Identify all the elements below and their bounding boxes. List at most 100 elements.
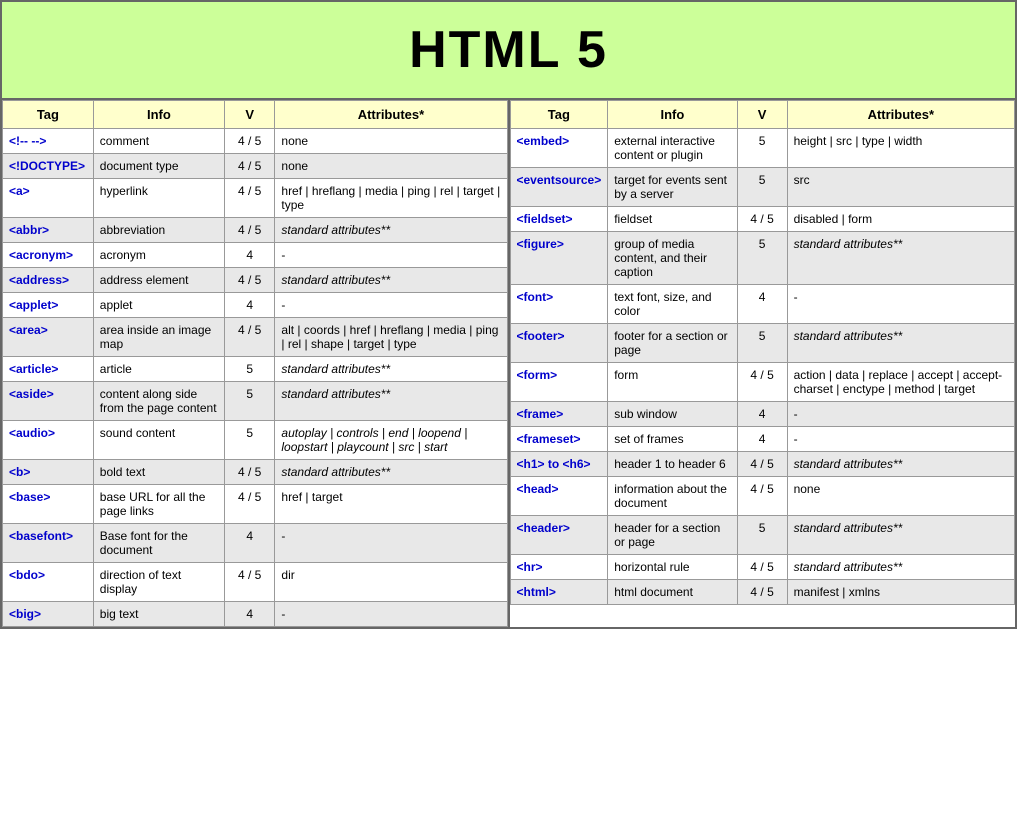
tag-cell[interactable]: <big> (3, 602, 94, 627)
tag-cell[interactable]: <form> (510, 363, 608, 402)
info-cell: set of frames (608, 427, 737, 452)
tag-cell[interactable]: <head> (510, 477, 608, 516)
tag-cell[interactable]: <basefont> (3, 524, 94, 563)
left-table: Tag Info V Attributes* <!-- -->comment4 … (2, 100, 508, 627)
table-row: <acronym>acronym4- (3, 243, 508, 268)
right-col-v: V (737, 101, 787, 129)
tag-cell[interactable]: <bdo> (3, 563, 94, 602)
version-cell: 4 / 5 (224, 460, 274, 485)
tag-cell[interactable]: <!-- --> (3, 129, 94, 154)
table-row: <bdo>direction of text display4 / 5dir (3, 563, 508, 602)
table-row: <area>area inside an image map4 / 5alt |… (3, 318, 508, 357)
tag-cell[interactable]: <embed> (510, 129, 608, 168)
table-row: <footer>footer for a section or page5sta… (510, 324, 1015, 363)
tag-cell[interactable]: <frameset> (510, 427, 608, 452)
version-cell: 4 (224, 243, 274, 268)
info-cell: abbreviation (93, 218, 224, 243)
tag-cell[interactable]: <!DOCTYPE> (3, 154, 94, 179)
table-row: <hr>horizontal rule4 / 5standard attribu… (510, 555, 1015, 580)
tag-cell[interactable]: <header> (510, 516, 608, 555)
left-table-section: Tag Info V Attributes* <!-- -->comment4 … (2, 100, 510, 627)
info-cell: html document (608, 580, 737, 605)
attr-cell: manifest | xmlns (787, 580, 1014, 605)
tag-cell[interactable]: <article> (3, 357, 94, 382)
attr-cell: standard attributes** (275, 268, 507, 293)
version-cell: 4 / 5 (224, 218, 274, 243)
attr-cell: none (787, 477, 1014, 516)
page-title: HTML 5 (2, 20, 1015, 80)
table-row: <embed>external interactive content or p… (510, 129, 1015, 168)
tag-cell[interactable]: <a> (3, 179, 94, 218)
table-row: <abbr>abbreviation4 / 5standard attribut… (3, 218, 508, 243)
version-cell: 5 (737, 232, 787, 285)
attr-cell: standard attributes** (275, 460, 507, 485)
tag-cell[interactable]: <base> (3, 485, 94, 524)
tag-cell[interactable]: <font> (510, 285, 608, 324)
tag-cell[interactable]: <aside> (3, 382, 94, 421)
info-cell: content along side from the page content (93, 382, 224, 421)
version-cell: 4 (737, 402, 787, 427)
tag-cell[interactable]: <figure> (510, 232, 608, 285)
info-cell: document type (93, 154, 224, 179)
attr-cell: none (275, 154, 507, 179)
tag-cell[interactable]: <acronym> (3, 243, 94, 268)
table-row: <header>header for a section or page5sta… (510, 516, 1015, 555)
tag-cell[interactable]: <address> (3, 268, 94, 293)
attr-cell: - (275, 602, 507, 627)
tag-cell[interactable]: <applet> (3, 293, 94, 318)
table-row: <head>information about the document4 / … (510, 477, 1015, 516)
tag-cell[interactable]: <frame> (510, 402, 608, 427)
version-cell: 5 (737, 324, 787, 363)
attr-cell: src (787, 168, 1014, 207)
info-cell: header for a section or page (608, 516, 737, 555)
info-cell: group of media content, and their captio… (608, 232, 737, 285)
right-table-section: Tag Info V Attributes* <embed>external i… (510, 100, 1016, 627)
version-cell: 4 / 5 (224, 129, 274, 154)
tag-cell[interactable]: <hr> (510, 555, 608, 580)
version-cell: 4 / 5 (737, 477, 787, 516)
right-col-tag: Tag (510, 101, 608, 129)
info-cell: horizontal rule (608, 555, 737, 580)
attr-cell: standard attributes** (275, 218, 507, 243)
table-row: <big>big text4- (3, 602, 508, 627)
tag-cell[interactable]: <eventsource> (510, 168, 608, 207)
info-cell: text font, size, and color (608, 285, 737, 324)
table-row: <basefont>Base font for the document4- (3, 524, 508, 563)
version-cell: 5 (224, 382, 274, 421)
tag-cell[interactable]: <fieldset> (510, 207, 608, 232)
tag-cell[interactable]: <h1> to <h6> (510, 452, 608, 477)
table-row: <fieldset>fieldset4 / 5disabled | form (510, 207, 1015, 232)
table-row: <h1> to <h6>header 1 to header 64 / 5sta… (510, 452, 1015, 477)
attr-cell: - (275, 524, 507, 563)
tag-cell[interactable]: <b> (3, 460, 94, 485)
table-row: <frameset>set of frames4- (510, 427, 1015, 452)
table-row: <applet>applet4- (3, 293, 508, 318)
version-cell: 4 (224, 602, 274, 627)
tag-cell[interactable]: <footer> (510, 324, 608, 363)
attr-cell: - (787, 427, 1014, 452)
table-row: <frame>sub window4- (510, 402, 1015, 427)
table-row: <base>base URL for all the page links4 /… (3, 485, 508, 524)
table-row: <article>article5standard attributes** (3, 357, 508, 382)
attr-cell: - (275, 243, 507, 268)
info-cell: form (608, 363, 737, 402)
attr-cell: - (787, 402, 1014, 427)
info-cell: article (93, 357, 224, 382)
version-cell: 4 / 5 (737, 555, 787, 580)
version-cell: 4 / 5 (224, 179, 274, 218)
version-cell: 5 (224, 357, 274, 382)
version-cell: 4 / 5 (224, 485, 274, 524)
info-cell: base URL for all the page links (93, 485, 224, 524)
attr-cell: standard attributes** (787, 232, 1014, 285)
version-cell: 5 (737, 168, 787, 207)
tag-cell[interactable]: <audio> (3, 421, 94, 460)
version-cell: 4 / 5 (737, 207, 787, 232)
attr-cell: standard attributes** (787, 452, 1014, 477)
attr-cell: standard attributes** (787, 516, 1014, 555)
attr-cell: standard attributes** (275, 382, 507, 421)
tag-cell[interactable]: <abbr> (3, 218, 94, 243)
tag-cell[interactable]: <html> (510, 580, 608, 605)
version-cell: 4 (224, 293, 274, 318)
tag-cell[interactable]: <area> (3, 318, 94, 357)
right-col-attr: Attributes* (787, 101, 1014, 129)
